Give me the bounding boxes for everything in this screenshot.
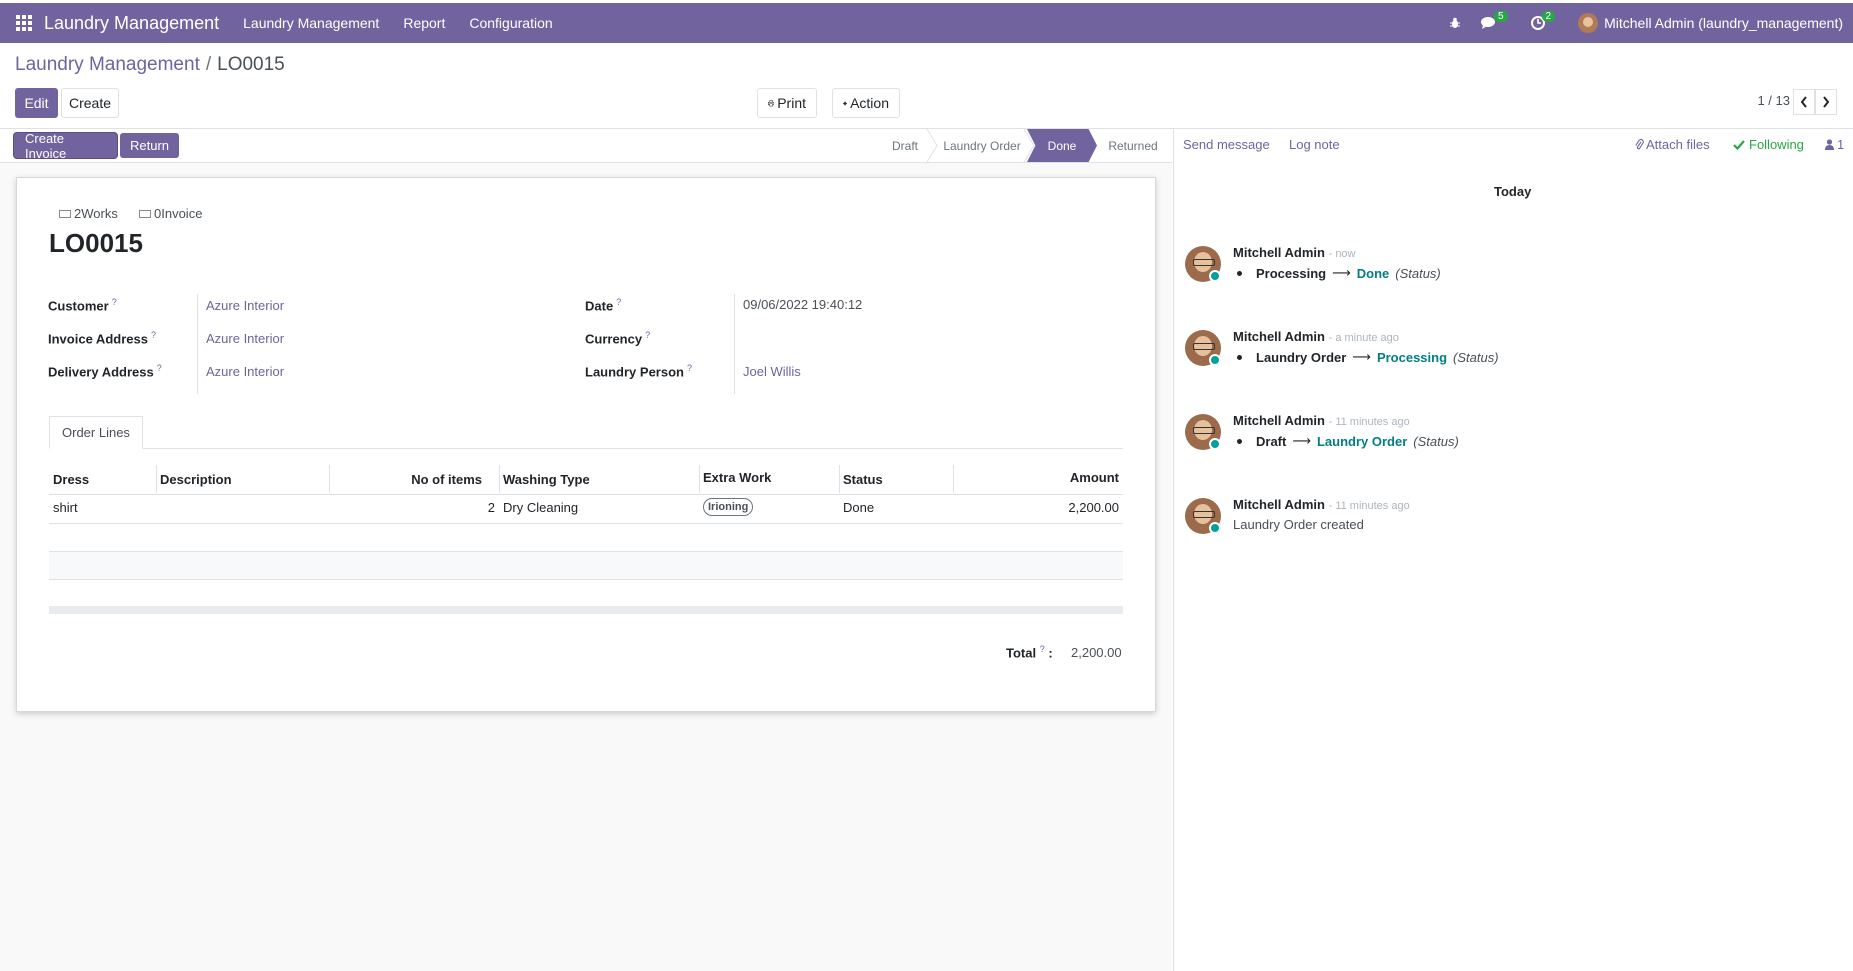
help-icon[interactable]: ?	[151, 330, 156, 340]
arrow-right-icon: ⟶	[1292, 433, 1311, 448]
row-dress: shirt	[53, 499, 78, 515]
stage-done[interactable]: Done	[1027, 129, 1097, 162]
delivery-address-label: Delivery Address?	[48, 363, 162, 380]
invoice-smart-button[interactable]: 0Invoice	[139, 206, 202, 221]
action-button[interactable]: Action	[832, 88, 900, 118]
online-status-icon	[1209, 270, 1221, 282]
column-dress[interactable]: Dress	[53, 464, 89, 494]
bug-icon[interactable]	[1449, 17, 1461, 29]
paperclip-icon	[1635, 138, 1644, 149]
money-icon	[59, 209, 71, 218]
customer-field[interactable]: Azure Interior	[206, 298, 284, 313]
total-value: 2,200.00	[1071, 645, 1122, 660]
gear-icon	[843, 100, 848, 106]
empty-row	[49, 552, 1123, 579]
table-footer	[49, 606, 1123, 614]
message-author: Mitchell Admin - 11 minutes ago	[1233, 497, 1410, 512]
arrow-right-icon: ⟶	[1352, 349, 1371, 364]
help-icon[interactable]: ?	[157, 363, 162, 373]
column-no-of-items[interactable]: No of items	[333, 464, 482, 494]
message-author: Mitchell Admin - now	[1233, 245, 1356, 260]
following-button[interactable]: Following	[1733, 137, 1804, 152]
currency-label: Currency?	[585, 330, 651, 347]
tab-order-lines[interactable]: Order Lines	[49, 416, 143, 449]
menu-configuration[interactable]: Configuration	[469, 15, 552, 31]
pager-next-button[interactable]	[1815, 89, 1837, 115]
create-button[interactable]: Create	[61, 88, 119, 118]
column-amount[interactable]: Amount	[957, 462, 1119, 492]
messages-badge: 5	[1493, 10, 1508, 22]
date-label: Date?	[585, 297, 622, 314]
help-icon[interactable]: ?	[645, 330, 650, 340]
tracking-value: Draft ⟶ Laundry Order (Status)	[1237, 433, 1459, 449]
menu-report[interactable]: Report	[403, 15, 445, 31]
breadcrumb: Laundry Management / LO0015	[15, 54, 285, 75]
online-status-icon	[1209, 438, 1221, 450]
column-washing-type[interactable]: Washing Type	[503, 464, 590, 494]
column-extra-work[interactable]: Extra Work	[703, 462, 771, 492]
status-stages: Draft Laundry Order Done Returned	[0, 129, 1172, 162]
row-washing-type: Dry Cleaning	[503, 499, 579, 515]
apps-menu-icon[interactable]	[16, 15, 32, 31]
total-label: Total ? :	[1006, 644, 1053, 661]
row-status: Done	[843, 499, 875, 515]
form-sheet	[16, 177, 1156, 712]
breadcrumb-parent[interactable]: Laundry Management	[15, 54, 200, 75]
activities-badge: 2	[1541, 10, 1556, 22]
edit-button[interactable]: Edit	[15, 88, 58, 118]
stage-returned[interactable]: Returned	[1100, 129, 1166, 162]
breadcrumb-current: LO0015	[217, 54, 285, 75]
stage-laundry-order[interactable]: Laundry Order	[936, 129, 1028, 162]
log-note-button[interactable]: Log note	[1289, 137, 1340, 152]
followers-button[interactable]: 1	[1825, 137, 1844, 152]
app-brand[interactable]: Laundry Management	[44, 13, 219, 34]
pager-value[interactable]: 1 / 13	[1757, 93, 1790, 108]
print-button[interactable]: Print	[757, 88, 817, 118]
laundry-person-label: Laundry Person?	[585, 363, 692, 380]
laundry-person-field[interactable]: Joel Willis	[743, 364, 801, 379]
help-icon[interactable]: ?	[112, 297, 117, 307]
user-icon	[1825, 139, 1834, 150]
messages-button[interactable]: 5	[1480, 10, 1511, 30]
online-status-icon	[1209, 522, 1221, 534]
customer-label: Customer?	[48, 297, 117, 314]
help-icon[interactable]: ?	[616, 297, 621, 307]
printer-icon	[768, 99, 775, 106]
tracking-value: Processing ⟶ Done (Status)	[1237, 265, 1441, 281]
tracking-value: Laundry Order ⟶ Processing (Status)	[1237, 349, 1499, 365]
pager-previous-button[interactable]	[1793, 89, 1815, 115]
invoice-address-label: Invoice Address?	[48, 330, 156, 347]
row-no-of-items: 2	[487, 499, 495, 515]
stage-draft[interactable]: Draft	[877, 129, 933, 162]
message-author: Mitchell Admin - a minute ago	[1233, 329, 1399, 344]
user-name: Mitchell Admin (laundry_management)	[1604, 15, 1843, 31]
help-icon[interactable]: ?	[687, 363, 692, 373]
row-amount: 2,200.00	[1068, 499, 1119, 515]
column-status[interactable]: Status	[843, 464, 883, 494]
activities-button[interactable]: 2	[1530, 10, 1559, 30]
message-body: Laundry Order created	[1233, 517, 1364, 532]
chevron-right-icon	[1823, 96, 1830, 108]
attach-files-button[interactable]: Attach files	[1635, 137, 1710, 152]
today-separator: Today	[1494, 184, 1532, 199]
record-title: LO0015	[49, 228, 143, 258]
top-navbar: Laundry Management Laundry Management Re…	[0, 3, 1853, 43]
money-icon	[139, 209, 151, 218]
user-avatar	[1578, 13, 1599, 33]
arrow-right-icon: ⟶	[1332, 265, 1351, 280]
message-author: Mitchell Admin - 11 minutes ago	[1233, 413, 1410, 428]
extra-work-tag: Irioning	[703, 498, 754, 516]
delivery-address-field[interactable]: Azure Interior	[206, 364, 284, 379]
column-description[interactable]: Description	[160, 464, 232, 494]
online-status-icon	[1209, 354, 1221, 366]
works-smart-button[interactable]: 2Works	[59, 206, 118, 221]
user-menu[interactable]: Mitchell Admin (laundry_management)	[1578, 13, 1843, 33]
chevron-left-icon	[1800, 96, 1807, 108]
send-message-button[interactable]: Send message	[1183, 137, 1270, 152]
check-icon	[1733, 139, 1745, 150]
help-icon[interactable]: ?	[1040, 644, 1045, 654]
invoice-address-field[interactable]: Azure Interior	[206, 331, 284, 346]
date-field[interactable]: 09/06/2022 19:40:12	[743, 297, 862, 312]
menu-laundry-management[interactable]: Laundry Management	[243, 15, 379, 31]
